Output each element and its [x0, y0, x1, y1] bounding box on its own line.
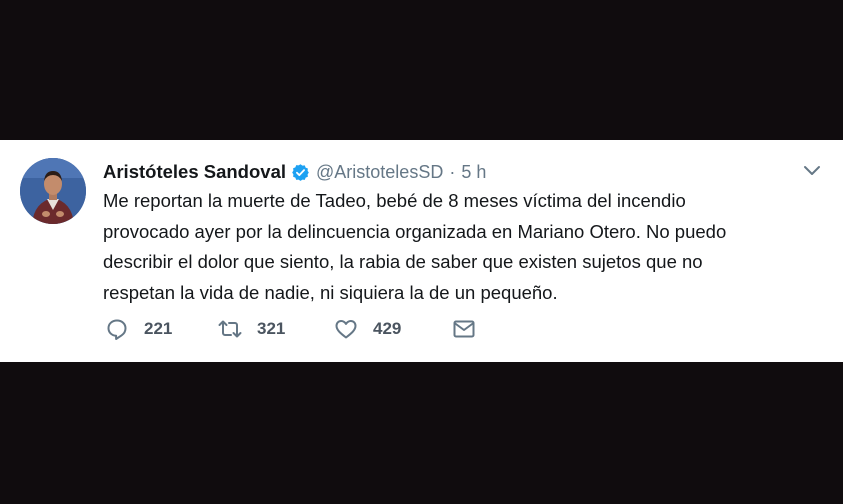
separator-dot: ·: [449, 161, 456, 182]
tweet-actions: 221 321 429: [105, 317, 476, 341]
retweet-button[interactable]: 321: [218, 317, 334, 341]
chevron-down-icon[interactable]: [803, 164, 821, 176]
reply-count: 221: [144, 319, 173, 338]
like-count: 429: [373, 319, 402, 338]
retweet-count: 321: [257, 319, 286, 338]
like-button[interactable]: 429: [334, 317, 452, 341]
tweet-text: Me reportan la muerte de Tadeo, bebé de …: [103, 186, 793, 308]
heart-icon: [335, 320, 357, 339]
tweet-text-line: respetan la vida de nadie, ni siquiera l…: [103, 281, 558, 303]
reply-icon: [107, 319, 127, 340]
tweet-text-line: describir el dolor que siento, la rabia …: [103, 251, 703, 272]
display-name[interactable]: Aristóteles Sandoval: [103, 161, 286, 183]
retweet-icon: [218, 320, 242, 338]
tweet-card[interactable]: Aristóteles Sandoval @AristotelesSD · 5 …: [0, 140, 843, 362]
envelope-icon: [453, 320, 475, 338]
user-handle[interactable]: @AristotelesSD: [316, 162, 443, 183]
avatar[interactable]: [20, 158, 86, 224]
tweet-text-line: Me reportan la muerte de Tadeo, bebé de …: [103, 190, 686, 211]
tweet-text-line: provocado ayer por la delincuencia organ…: [103, 220, 727, 242]
tweet-header: Aristóteles Sandoval @AristotelesSD · 5 …: [103, 160, 486, 184]
direct-message-button[interactable]: [452, 317, 476, 341]
verified-badge-icon: [291, 163, 310, 182]
reply-button[interactable]: 221: [105, 317, 218, 341]
timestamp[interactable]: 5 h: [461, 162, 486, 183]
